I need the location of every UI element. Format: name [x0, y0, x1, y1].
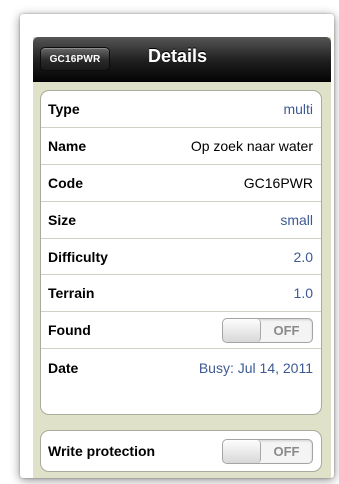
- page-title: Details: [148, 46, 208, 66]
- size-label: Size: [48, 211, 77, 228]
- write-protection-toggle-text: OFF: [273, 443, 300, 459]
- protection-group: Write protection OFF: [40, 430, 322, 472]
- row-terrain[interactable]: Terrain 1.0: [41, 275, 321, 313]
- terrain-label: Terrain: [48, 285, 95, 302]
- row-date[interactable]: Date Busy: Jul 14, 2011: [41, 349, 321, 386]
- device-frame: GC16PWR Details Type multi Name Op zoek …: [20, 14, 334, 478]
- type-label: Type: [48, 100, 80, 117]
- toggle-knob: [223, 439, 261, 463]
- difficulty-value: 2.0: [293, 248, 313, 265]
- back-button[interactable]: GC16PWR: [40, 47, 110, 71]
- toggle-knob: [223, 318, 261, 342]
- code-label: Code: [48, 174, 83, 191]
- row-code: Code GC16PWR: [41, 165, 321, 202]
- details-group: Type multi Name Op zoek naar water Code …: [40, 90, 322, 415]
- row-size[interactable]: Size small: [41, 202, 321, 239]
- name-label: Name: [48, 137, 87, 154]
- row-found: Found OFF: [41, 312, 321, 350]
- found-toggle[interactable]: OFF: [222, 317, 313, 343]
- navigation-bar: GC16PWR Details: [33, 37, 331, 82]
- date-value: Busy: Jul 14, 2011: [198, 359, 313, 376]
- name-value: Op zoek naar water: [190, 137, 313, 154]
- row-write-protection: Write protection OFF: [41, 431, 321, 471]
- write-protection-label: Write protection: [48, 443, 156, 459]
- screen: GC16PWR Details Type multi Name Op zoek …: [33, 37, 331, 478]
- difficulty-label: Difficulty: [48, 248, 108, 265]
- terrain-value: 1.0: [293, 285, 313, 302]
- row-difficulty[interactable]: Difficulty 2.0: [41, 239, 321, 276]
- row-name: Name Op zoek naar water: [41, 128, 321, 165]
- found-toggle-text: OFF: [273, 322, 300, 338]
- row-type[interactable]: Type multi: [41, 91, 321, 128]
- size-value: small: [280, 211, 313, 228]
- write-protection-toggle[interactable]: OFF: [222, 438, 313, 464]
- date-label: Date: [48, 359, 79, 376]
- code-value: GC16PWR: [243, 174, 313, 191]
- found-label: Found: [48, 322, 91, 339]
- type-value: multi: [283, 100, 313, 117]
